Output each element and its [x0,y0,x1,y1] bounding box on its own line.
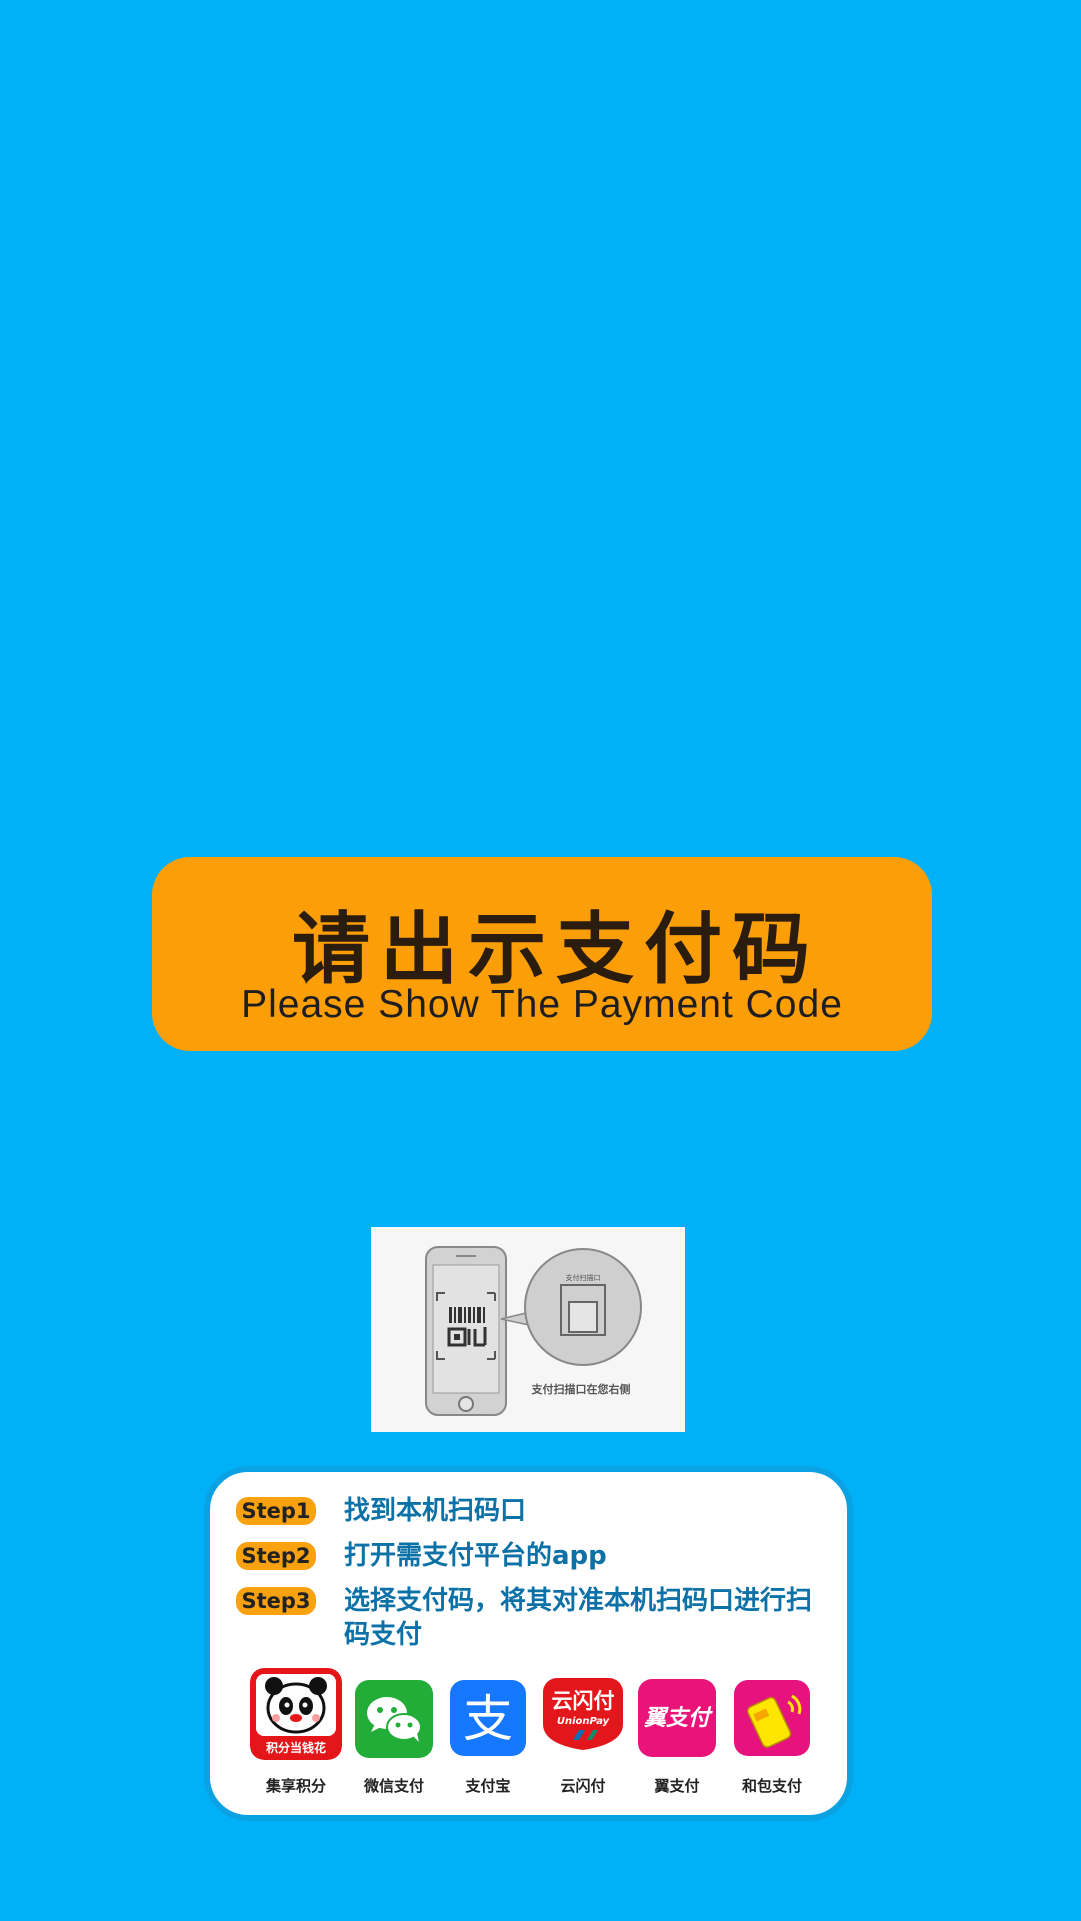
unionpay-icon: 云闪付 UnionPay [543,1678,623,1750]
step-3-badge: Step3 [236,1587,316,1615]
step-1-badge: Step1 [236,1497,316,1525]
app-jixiang: 积分当钱花 集享积分 [250,1668,342,1795]
hebao-icon [734,1680,810,1756]
bestpay-icon-text: 翼支付 [643,1706,713,1731]
app-wechat-pay: 微信支付 [348,1668,440,1795]
instruction-card: Step1 找到本机扫码口 Step2 打开需支付平台的app Step3 选择… [204,1466,853,1821]
payment-apps: 积分当钱花 集享积分 微信支付 支 支付宝 云闪付 UnionPay 云闪付 翼… [250,1668,830,1798]
app-bestpay: 翼支付 翼支付 [631,1668,723,1795]
app-label-hebao: 和包支付 [741,1777,802,1795]
scanner-caption: 支付扫描口在您右侧 [531,1382,631,1396]
unionpay-icon-subtext: UnionPay [557,1716,610,1727]
panda-icon-text: 积分当钱花 [266,1740,326,1755]
step-2-badge: Step2 [236,1542,316,1570]
alipay-icon: 支 [450,1680,526,1756]
app-hebao: 和包支付 [726,1668,818,1795]
panda-icon: 积分当钱花 [250,1668,342,1760]
phone-scanner-icon: 支付扫描口 支付扫描口在您右侧 [425,1246,642,1416]
wechat-pay-icon [355,1680,433,1758]
unionpay-icon-text: 云闪付 [552,1689,615,1713]
payment-code-banner: 请出示支付码 Please Show The Payment Code [152,857,932,1051]
alipay-icon-text: 支 [463,1690,513,1748]
bestpay-icon: 翼支付 [638,1679,716,1757]
banner-title-en: Please Show The Payment Code [241,983,843,1026]
step-2-text: 打开需支付平台的app [344,1541,607,1571]
scanner-label: 支付扫描口 [566,1273,601,1282]
app-alipay: 支 支付宝 [442,1668,534,1795]
app-unionpay: 云闪付 UnionPay 云闪付 [537,1668,629,1795]
scanner-illustration: 支付扫描口 支付扫描口在您右侧 [371,1227,685,1432]
step-1-text: 找到本机扫码口 [344,1496,527,1526]
step-3-text: 选择支付码，将其对准本机扫码口进行扫码支付 [344,1586,813,1650]
